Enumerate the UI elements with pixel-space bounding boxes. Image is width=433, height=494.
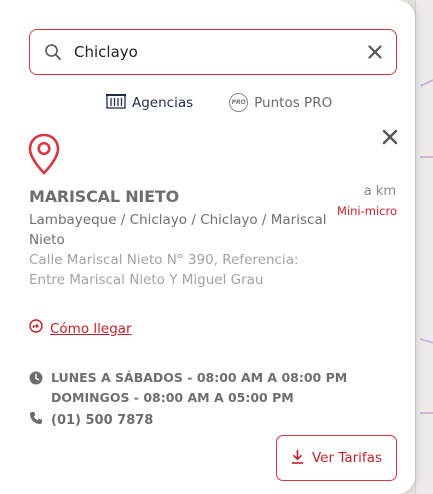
phone-icon <box>29 411 43 429</box>
directions-icon <box>29 319 43 338</box>
phone-number: (01) 500 7878 <box>51 412 154 428</box>
clock-icon <box>29 368 43 408</box>
phone-row: (01) 500 7878 <box>29 411 153 429</box>
opening-hours: LUNES A SÁBADOS - 08:00 AM A 08:00 PM DO… <box>29 368 347 408</box>
map-road <box>420 412 433 414</box>
agency-type: Mini-micro <box>337 204 397 218</box>
location-pin-icon <box>27 133 61 180</box>
search-box[interactable] <box>29 29 397 75</box>
ver-tarifas-label: Ver Tarifas <box>312 450 382 466</box>
agency-panel: Agencias PRO Puntos PRO MARISCAL NIETO a… <box>0 0 415 494</box>
map-road <box>420 156 433 158</box>
download-icon <box>291 449 304 468</box>
tab-agencias-label: Agencias <box>132 94 194 111</box>
tab-puntos-pro-label: Puntos PRO <box>254 94 333 111</box>
close-icon[interactable] <box>382 129 400 147</box>
clear-search-icon[interactable] <box>366 43 384 61</box>
search-icon <box>44 42 64 62</box>
agency-address: Calle Mariscal Nieto N° 390, Referencia:… <box>29 252 299 288</box>
map-road <box>420 79 433 87</box>
tab-puntos-pro[interactable]: PRO Puntos PRO <box>229 93 332 112</box>
pro-badge-icon: PRO <box>229 93 249 112</box>
map-background[interactable] <box>415 0 433 494</box>
hours-weekdays: LUNES A SÁBADOS - 08:00 AM A 08:00 PM <box>51 370 348 385</box>
search-input[interactable] <box>74 43 366 61</box>
directions-label: Cómo llegar <box>50 320 132 337</box>
map-road <box>419 338 433 344</box>
hours-sundays: DOMINGOS - 08:00 AM A 05:00 PM <box>51 390 294 405</box>
building-icon <box>106 92 126 113</box>
agency-name: MARISCAL NIETO <box>29 187 179 206</box>
directions-link[interactable]: Cómo llegar <box>29 319 132 338</box>
location-tabs: Agencias PRO Puntos PRO <box>106 92 332 113</box>
agency-region: Lambayeque / Chiclayo / Chiclayo / Maris… <box>29 212 327 248</box>
tab-agencias[interactable]: Agencias <box>106 92 193 113</box>
ver-tarifas-button[interactable]: Ver Tarifas <box>276 435 397 481</box>
agency-distance: a km <box>363 184 396 199</box>
